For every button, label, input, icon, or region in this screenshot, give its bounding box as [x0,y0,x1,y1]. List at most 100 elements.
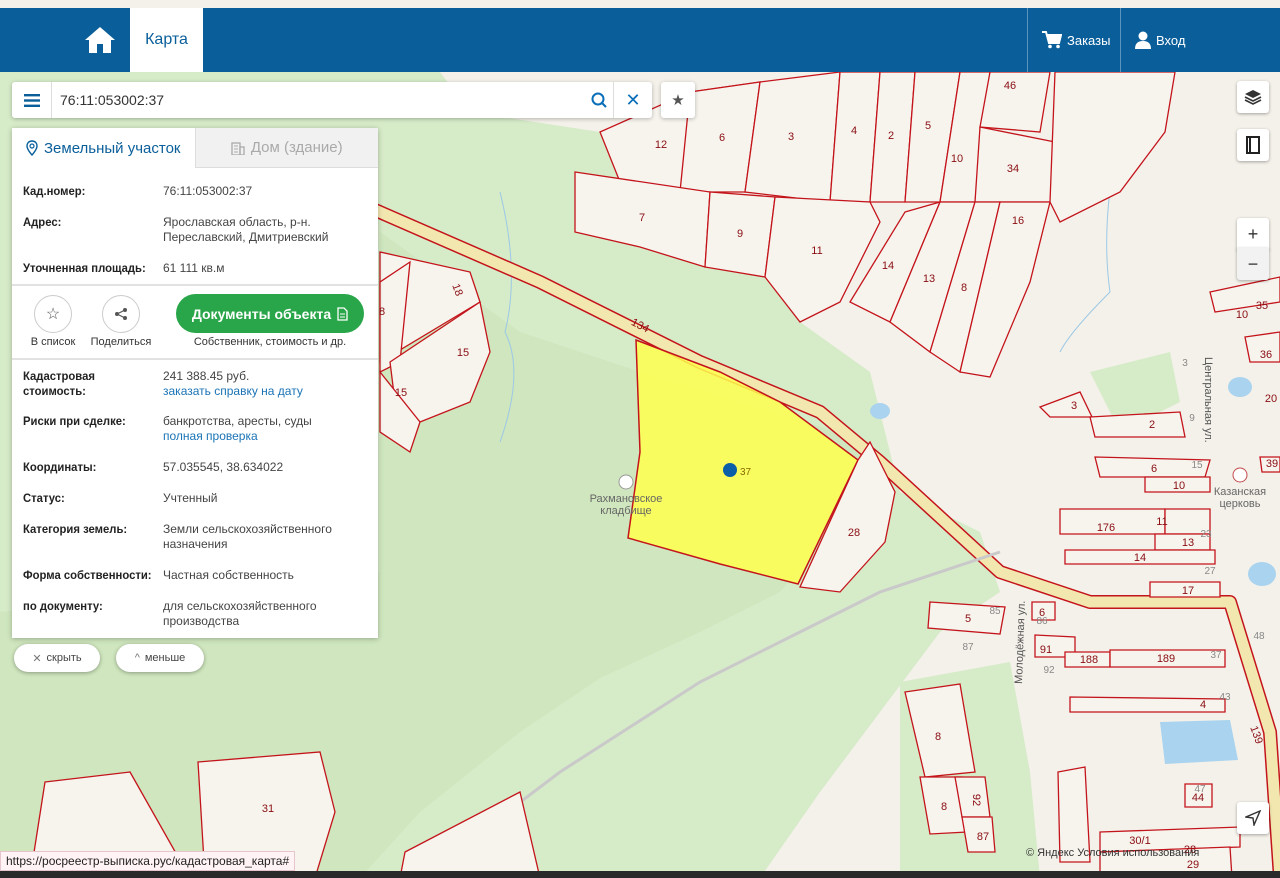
field-value-block: банкротства, аресты, суды полная проверк… [163,414,368,444]
book-icon [1246,136,1260,154]
plot-label: 15 [395,387,407,399]
tab-map[interactable]: Карта [130,8,203,72]
plot-label: 28 [848,527,860,539]
plot-label: 30/1 [1129,835,1150,847]
app-root: 46 12 6 3 4 2 5 10 34 7 9 11 16 14 13 8 … [0,0,1280,878]
street-central: Центральная ул. [1202,357,1214,443]
plot-label: 188 [1080,654,1098,666]
field-value: Частная собственность [163,568,294,582]
map-pin-icon [26,140,38,156]
selected-plot-label: 37 [740,467,752,478]
house-number: 9 [1189,413,1195,424]
layers-icon [1244,90,1262,105]
field-label: Координаты: [23,460,97,474]
plot-label: 46 [1004,80,1016,92]
field-label: Форма собственности: [23,568,152,582]
cadastral-number-link[interactable]: 76:11:053002:37 [163,184,368,199]
plot-label: 3 [788,131,794,143]
documents-label: Документы объекта [191,305,332,322]
map-attribution[interactable]: © Яндекс Условия использования [1026,847,1199,859]
share-label: Поделиться [90,336,152,348]
field-label: Адрес: [23,215,62,229]
plot-label: 11 [811,245,822,257]
plot-label: 189 [1157,653,1175,665]
field-label: Кадастровая стоимость: [23,369,95,398]
chevron-up-icon: ^ [134,652,140,664]
share-button[interactable] [102,295,140,333]
plot-label: 8 [379,306,385,318]
plot-2b[interactable] [1089,411,1186,438]
plot-label: 36 [1260,349,1272,361]
star-icon: ★ [671,92,685,109]
church-icon[interactable] [1232,467,1248,483]
selected-marker[interactable] [723,463,737,477]
divider [12,284,378,286]
plot-label: 8 [961,282,967,294]
house-number: 15 [1191,460,1203,471]
layers-button[interactable] [1237,81,1269,113]
field-value: Учтенный [163,491,218,505]
plot-35[interactable] [1209,276,1280,313]
object-documents-button[interactable]: Документы объекта [176,294,364,333]
plot-label: 87 [977,831,989,843]
house-number: 37 [1210,650,1222,661]
plot-label: 4 [1200,699,1206,711]
house-number: 27 [1204,566,1216,577]
add-to-list-button[interactable]: ☆ [34,295,72,333]
plot-label: 20 [1265,393,1277,405]
field-value: Ярославская область, р-н. Переславский, … [163,215,329,244]
plot-label: 35 [1256,300,1268,312]
house-number: 43 [1219,692,1231,703]
locate-button[interactable] [1237,802,1269,834]
search-bar: ✕ [12,82,652,118]
close-icon: ✕ [625,89,641,110]
zoom-in-button[interactable]: + [1237,218,1269,250]
plot-label: 10 [951,153,963,165]
full-check-link[interactable]: полная проверка [163,429,258,443]
street-molodezhnaya: Молодёжная ул. [1013,600,1028,684]
user-icon [1135,31,1151,49]
clear-search-button[interactable]: ✕ [616,82,650,118]
search-icon [591,92,607,108]
hide-panel-button[interactable]: ✕ скрыть [14,644,100,672]
search-input[interactable] [60,87,580,113]
plot-label: 8 [941,801,947,813]
tab-building[interactable]: Дом (здание) [194,128,378,168]
object-info-panel: Земельный участок Дом (здание) Кад.номер… [12,128,378,638]
field-value: для сельскохозяйственного производства [163,599,317,628]
documents-caption: Собственник, стоимость и др. [193,336,347,348]
favorite-button[interactable]: ★ [661,82,695,118]
plot-label: 14 [882,260,894,272]
plot-label: 39 [1266,458,1278,470]
search-button[interactable] [584,82,614,118]
orders-button[interactable]: Заказы [1027,8,1119,72]
field-value: 61 111 кв.м [163,261,225,275]
hide-label: скрыть [46,652,82,664]
home-icon [85,27,115,53]
order-certificate-link[interactable]: заказать справку на дату [163,384,303,398]
legend-button[interactable] [1237,129,1269,161]
cemetery-icon[interactable] [618,474,634,490]
taskbar-strip [0,871,1280,878]
cart-icon [1042,31,1062,49]
menu-button[interactable] [12,82,52,118]
plot-label: 2 [888,130,894,142]
login-button[interactable]: Вход [1120,8,1280,72]
plot-northeast[interactable] [1049,72,1176,223]
pond [870,403,890,419]
plot-3b[interactable] [1038,391,1094,418]
plot-label: 5 [965,613,971,625]
status-bar-url: https://росреестр-выписка.рус/кадастрова… [0,851,296,871]
plot-label: 5 [925,120,931,132]
field-label: Категория земель: [23,522,128,536]
plot-label: 13 [923,273,935,285]
zoom-out-button[interactable]: − [1237,248,1269,280]
divider [12,358,378,360]
login-label: Вход [1156,32,1186,48]
panel-tabs: Земельный участок Дом (здание) [12,128,378,168]
collapse-panel-button[interactable]: ^ меньше [116,644,204,672]
home-button[interactable] [70,8,130,72]
tab-land-label: Земельный участок [43,139,181,157]
tab-land-plot[interactable]: Земельный участок [12,128,195,168]
field-value: банкротства, аресты, суды [163,414,312,428]
